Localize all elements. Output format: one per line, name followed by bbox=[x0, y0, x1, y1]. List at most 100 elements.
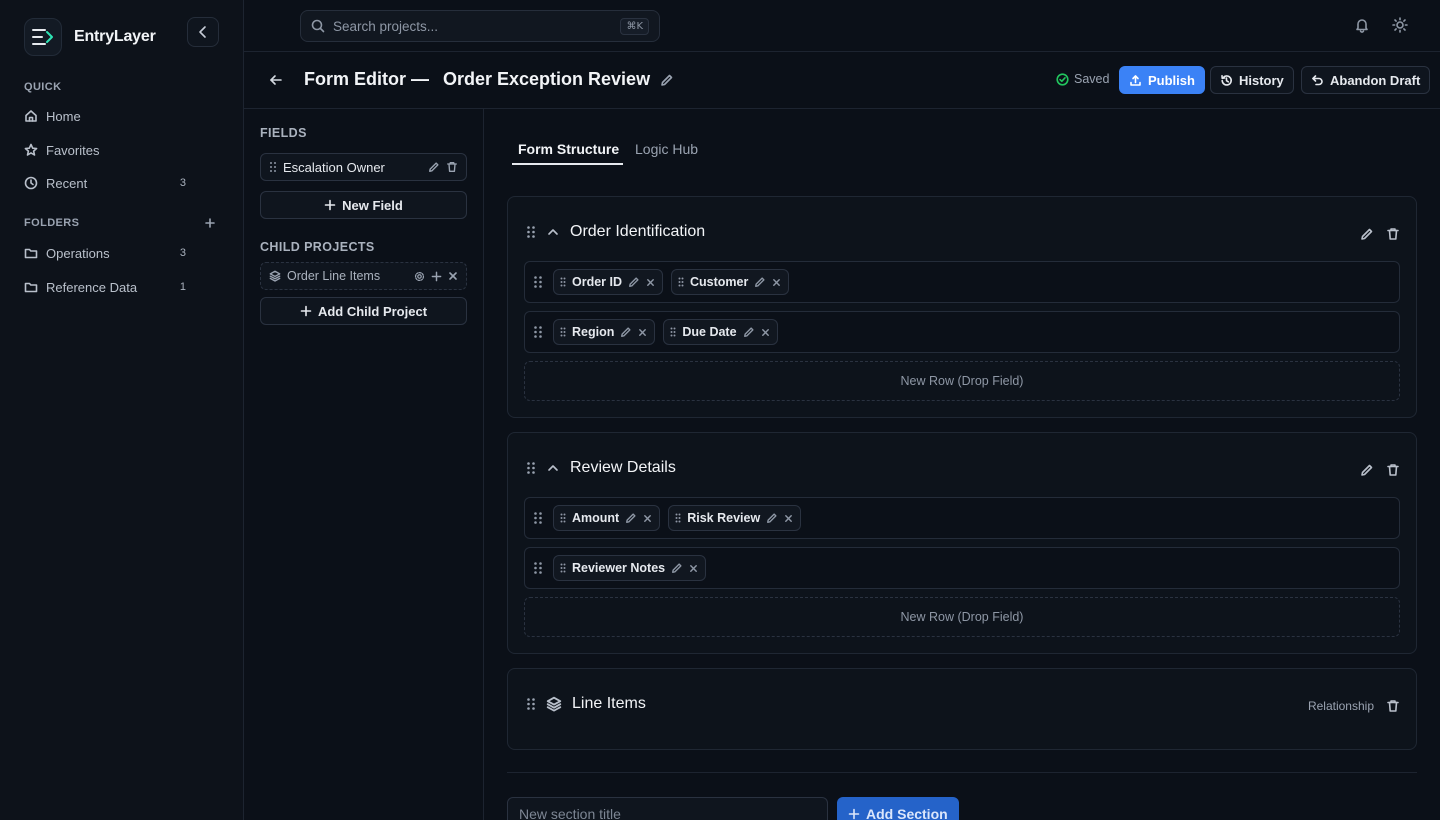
relationship-label: Relationship bbox=[1307, 699, 1374, 713]
divider bbox=[507, 772, 1417, 773]
recent-count: 3 bbox=[179, 177, 186, 189]
trash-icon[interactable] bbox=[1386, 227, 1400, 241]
drag-handle-icon[interactable] bbox=[526, 225, 536, 239]
field-chip[interactable]: Customer bbox=[671, 269, 790, 295]
new-row-drop-zone[interactable]: New Row (Drop Field) bbox=[524, 361, 1400, 401]
pencil-icon[interactable] bbox=[671, 562, 683, 574]
pencil-icon[interactable] bbox=[625, 512, 637, 524]
arrow-left-icon bbox=[270, 75, 282, 85]
search-icon bbox=[311, 19, 325, 33]
drag-handle-icon[interactable] bbox=[675, 513, 681, 523]
chevron-left-icon bbox=[199, 26, 206, 38]
add-folder-button[interactable] bbox=[204, 217, 216, 229]
drag-handle-icon[interactable] bbox=[533, 325, 543, 339]
new-section-title-input[interactable] bbox=[507, 797, 828, 820]
section-header: Order Identification bbox=[526, 223, 705, 241]
sidebar-item-favorites[interactable]: Favorites bbox=[24, 139, 186, 161]
brand[interactable]: EntryLayer bbox=[24, 18, 156, 56]
trash-icon[interactable] bbox=[1386, 699, 1400, 713]
drag-handle-icon[interactable] bbox=[526, 697, 536, 711]
pencil-icon[interactable] bbox=[628, 276, 640, 288]
section-row: Reviewer Notes bbox=[524, 547, 1400, 589]
field-card-escalation-owner[interactable]: Escalation Owner bbox=[260, 153, 467, 181]
sidebar-item-recent[interactable]: Recent 3 bbox=[24, 172, 186, 194]
field-chip-label: Amount bbox=[572, 511, 620, 525]
drag-handle-icon[interactable] bbox=[533, 511, 543, 525]
trash-icon[interactable] bbox=[1386, 463, 1400, 477]
close-icon[interactable] bbox=[784, 514, 793, 523]
field-chip[interactable]: Order ID bbox=[553, 269, 664, 295]
field-chip-label: Region bbox=[572, 325, 615, 339]
layers-icon bbox=[546, 696, 562, 712]
tab-form-structure[interactable]: Form Structure bbox=[518, 141, 619, 157]
chevron-up-icon[interactable] bbox=[546, 225, 560, 239]
child-project-order-line-items[interactable]: Order Line Items bbox=[260, 262, 467, 290]
add-section-button[interactable]: Add Section bbox=[837, 797, 959, 820]
close-icon[interactable] bbox=[643, 514, 652, 523]
operations-count: 3 bbox=[179, 247, 186, 259]
pencil-icon[interactable] bbox=[620, 326, 632, 338]
drag-handle-icon[interactable] bbox=[526, 461, 536, 475]
drag-handle-icon[interactable] bbox=[670, 327, 676, 337]
close-icon[interactable] bbox=[638, 328, 647, 337]
drag-handle-icon[interactable] bbox=[560, 563, 566, 573]
sidebar-item-label: Operations bbox=[46, 245, 110, 261]
add-section-label: Add Section bbox=[866, 806, 948, 820]
drag-handle-icon[interactable] bbox=[560, 513, 566, 523]
field-chip[interactable]: Reviewer Notes bbox=[553, 555, 707, 581]
abandon-draft-button[interactable]: Abandon Draft bbox=[1301, 66, 1431, 94]
gear-icon[interactable] bbox=[414, 271, 425, 282]
theme-toggle-button[interactable] bbox=[1392, 17, 1408, 33]
search-input[interactable] bbox=[333, 18, 613, 34]
pencil-icon[interactable] bbox=[754, 276, 766, 288]
publish-button[interactable]: Publish bbox=[1119, 66, 1205, 94]
sidebar-item-home[interactable]: Home bbox=[24, 105, 186, 127]
close-icon[interactable] bbox=[689, 564, 698, 573]
pencil-icon[interactable] bbox=[1360, 227, 1374, 241]
collapse-sidebar-button[interactable] bbox=[187, 17, 219, 47]
pencil-icon[interactable] bbox=[1360, 463, 1374, 477]
pencil-icon[interactable] bbox=[428, 161, 440, 173]
drag-handle-icon[interactable] bbox=[678, 277, 684, 287]
section-actions bbox=[1360, 463, 1400, 477]
history-button[interactable]: History bbox=[1210, 66, 1294, 94]
close-icon[interactable] bbox=[772, 278, 781, 287]
plus-icon[interactable] bbox=[431, 271, 442, 282]
page-title: Form Editor — Order Exception Review bbox=[304, 69, 674, 90]
sidebar-item-label: Reference Data bbox=[46, 279, 138, 295]
topbar: ⌘K bbox=[244, 0, 1440, 52]
field-chip-label: Due Date bbox=[682, 325, 737, 339]
chevron-up-icon[interactable] bbox=[546, 461, 560, 475]
drag-handle-icon[interactable] bbox=[560, 277, 566, 287]
field-chip[interactable]: Region bbox=[553, 319, 656, 345]
rename-form-button[interactable] bbox=[660, 73, 674, 87]
drag-handle-icon[interactable] bbox=[269, 161, 277, 173]
field-chip[interactable]: Amount bbox=[553, 505, 661, 531]
drag-handle-icon[interactable] bbox=[533, 275, 543, 289]
search-box[interactable]: ⌘K bbox=[300, 10, 660, 42]
add-child-project-button[interactable]: Add Child Project bbox=[260, 297, 467, 325]
notifications-button[interactable] bbox=[1354, 17, 1370, 33]
pencil-icon[interactable] bbox=[743, 326, 755, 338]
tab-logic-hub[interactable]: Logic Hub bbox=[635, 141, 698, 157]
trash-icon[interactable] bbox=[446, 161, 458, 173]
pencil-icon bbox=[661, 74, 673, 86]
field-chip[interactable]: Risk Review bbox=[668, 505, 802, 531]
child-projects-label: CHILD PROJECTS bbox=[260, 240, 375, 254]
new-row-drop-zone[interactable]: New Row (Drop Field) bbox=[524, 597, 1400, 637]
close-icon[interactable] bbox=[448, 271, 458, 281]
drag-handle-icon[interactable] bbox=[533, 561, 543, 575]
section-review-details: Review Details Amount Risk Review Review… bbox=[507, 432, 1417, 654]
drag-handle-icon[interactable] bbox=[560, 327, 566, 337]
sidebar-item-operations[interactable]: Operations 3 bbox=[24, 242, 186, 264]
section-title: Order Identification bbox=[570, 223, 706, 240]
close-icon[interactable] bbox=[646, 278, 655, 287]
field-chip[interactable]: Due Date bbox=[663, 319, 778, 345]
close-icon[interactable] bbox=[761, 328, 770, 337]
undo-icon bbox=[1312, 74, 1323, 85]
sidebar-item-reference-data[interactable]: Reference Data 1 bbox=[24, 276, 186, 298]
back-button[interactable] bbox=[268, 72, 284, 88]
clock-icon bbox=[24, 176, 38, 190]
new-field-button[interactable]: New Field bbox=[260, 191, 467, 219]
pencil-icon[interactable] bbox=[766, 512, 778, 524]
